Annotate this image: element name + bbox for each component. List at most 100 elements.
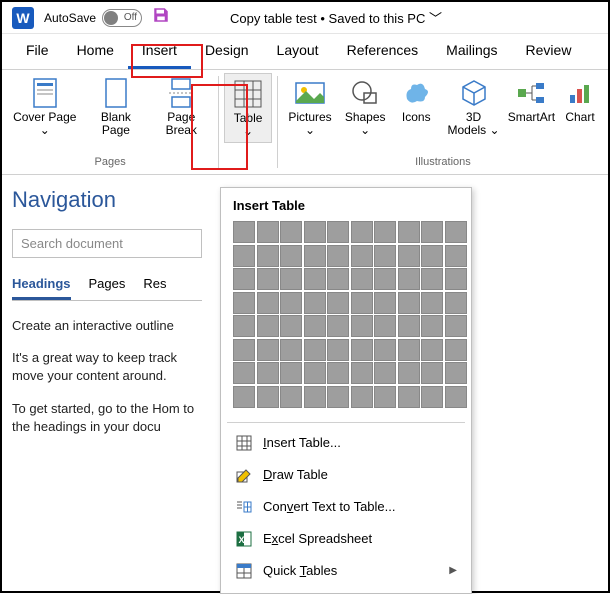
autosave-toggle[interactable]: AutoSave Off bbox=[44, 9, 142, 27]
grid-cell[interactable] bbox=[257, 221, 279, 243]
table-button[interactable]: Table ⌄ bbox=[224, 73, 272, 143]
grid-cell[interactable] bbox=[233, 268, 255, 290]
grid-cell[interactable] bbox=[374, 268, 396, 290]
grid-cell[interactable] bbox=[421, 268, 443, 290]
grid-cell[interactable] bbox=[327, 386, 349, 408]
grid-cell[interactable] bbox=[257, 245, 279, 267]
grid-cell[interactable] bbox=[421, 292, 443, 314]
nav-tab-results[interactable]: Res bbox=[143, 276, 166, 300]
insert-table-item[interactable]: Insert Table... bbox=[227, 427, 465, 459]
grid-cell[interactable] bbox=[445, 245, 467, 267]
quick-tables-item[interactable]: Quick Tables ▶ bbox=[227, 555, 465, 587]
grid-cell[interactable] bbox=[280, 221, 302, 243]
grid-cell[interactable] bbox=[445, 362, 467, 384]
3d-models-button[interactable]: 3D Models ⌄ bbox=[441, 73, 506, 141]
grid-cell[interactable] bbox=[374, 315, 396, 337]
tab-references[interactable]: References bbox=[333, 34, 433, 69]
excel-spreadsheet-item[interactable]: X Excel Spreadsheet bbox=[227, 523, 465, 555]
grid-cell[interactable] bbox=[233, 292, 255, 314]
grid-cell[interactable] bbox=[327, 339, 349, 361]
grid-cell[interactable] bbox=[445, 292, 467, 314]
grid-cell[interactable] bbox=[257, 362, 279, 384]
icons-button[interactable]: Icons bbox=[393, 73, 439, 141]
grid-cell[interactable] bbox=[304, 315, 326, 337]
shapes-button[interactable]: Shapes ⌄ bbox=[339, 73, 391, 141]
grid-cell[interactable] bbox=[304, 245, 326, 267]
pictures-button[interactable]: Pictures ⌄ bbox=[283, 73, 337, 141]
grid-cell[interactable] bbox=[374, 221, 396, 243]
tab-review[interactable]: Review bbox=[512, 34, 586, 69]
grid-cell[interactable] bbox=[257, 315, 279, 337]
grid-cell[interactable] bbox=[327, 292, 349, 314]
grid-cell[interactable] bbox=[445, 221, 467, 243]
grid-cell[interactable] bbox=[445, 315, 467, 337]
grid-cell[interactable] bbox=[351, 245, 373, 267]
tab-home[interactable]: Home bbox=[63, 34, 128, 69]
grid-cell[interactable] bbox=[280, 245, 302, 267]
grid-cell[interactable] bbox=[233, 386, 255, 408]
tab-mailings[interactable]: Mailings bbox=[432, 34, 511, 69]
grid-cell[interactable] bbox=[257, 268, 279, 290]
grid-cell[interactable] bbox=[280, 315, 302, 337]
grid-cell[interactable] bbox=[327, 315, 349, 337]
page-break-button[interactable]: Page Break bbox=[149, 73, 213, 141]
grid-cell[interactable] bbox=[233, 245, 255, 267]
grid-cell[interactable] bbox=[351, 221, 373, 243]
grid-cell[interactable] bbox=[398, 315, 420, 337]
grid-cell[interactable] bbox=[398, 292, 420, 314]
table-grid-picker[interactable] bbox=[227, 217, 465, 418]
draw-table-item[interactable]: Draw Table bbox=[227, 459, 465, 491]
grid-cell[interactable] bbox=[421, 245, 443, 267]
grid-cell[interactable] bbox=[257, 292, 279, 314]
tab-file[interactable]: File bbox=[12, 34, 63, 69]
grid-cell[interactable] bbox=[257, 339, 279, 361]
grid-cell[interactable] bbox=[233, 221, 255, 243]
grid-cell[interactable] bbox=[280, 268, 302, 290]
grid-cell[interactable] bbox=[280, 339, 302, 361]
grid-cell[interactable] bbox=[304, 386, 326, 408]
grid-cell[interactable] bbox=[304, 339, 326, 361]
grid-cell[interactable] bbox=[257, 386, 279, 408]
grid-cell[interactable] bbox=[374, 292, 396, 314]
grid-cell[interactable] bbox=[280, 292, 302, 314]
grid-cell[interactable] bbox=[327, 362, 349, 384]
grid-cell[interactable] bbox=[304, 221, 326, 243]
grid-cell[interactable] bbox=[304, 268, 326, 290]
grid-cell[interactable] bbox=[327, 245, 349, 267]
nav-tab-headings[interactable]: Headings bbox=[12, 276, 71, 300]
grid-cell[interactable] bbox=[304, 362, 326, 384]
grid-cell[interactable] bbox=[421, 221, 443, 243]
tab-design[interactable]: Design bbox=[191, 34, 263, 69]
grid-cell[interactable] bbox=[445, 386, 467, 408]
grid-cell[interactable] bbox=[421, 339, 443, 361]
chart-button[interactable]: Chart bbox=[557, 73, 603, 141]
grid-cell[interactable] bbox=[398, 386, 420, 408]
grid-cell[interactable] bbox=[351, 339, 373, 361]
grid-cell[interactable] bbox=[280, 362, 302, 384]
grid-cell[interactable] bbox=[374, 339, 396, 361]
cover-page-button[interactable]: Cover Page ⌄ bbox=[7, 73, 83, 141]
grid-cell[interactable] bbox=[421, 362, 443, 384]
grid-cell[interactable] bbox=[280, 386, 302, 408]
grid-cell[interactable] bbox=[398, 245, 420, 267]
grid-cell[interactable] bbox=[374, 245, 396, 267]
grid-cell[interactable] bbox=[398, 362, 420, 384]
grid-cell[interactable] bbox=[351, 268, 373, 290]
grid-cell[interactable] bbox=[398, 268, 420, 290]
grid-cell[interactable] bbox=[421, 315, 443, 337]
grid-cell[interactable] bbox=[398, 339, 420, 361]
convert-text-to-table-item[interactable]: Convert Text to Table... bbox=[227, 491, 465, 523]
grid-cell[interactable] bbox=[304, 292, 326, 314]
tab-insert[interactable]: Insert bbox=[128, 34, 191, 69]
blank-page-button[interactable]: Blank Page bbox=[85, 73, 148, 141]
grid-cell[interactable] bbox=[445, 268, 467, 290]
grid-cell[interactable] bbox=[351, 386, 373, 408]
smartart-button[interactable]: SmartArt bbox=[508, 73, 555, 141]
grid-cell[interactable] bbox=[351, 315, 373, 337]
search-input[interactable]: Search document bbox=[12, 229, 202, 258]
grid-cell[interactable] bbox=[421, 386, 443, 408]
grid-cell[interactable] bbox=[233, 315, 255, 337]
grid-cell[interactable] bbox=[327, 268, 349, 290]
tab-layout[interactable]: Layout bbox=[263, 34, 333, 69]
grid-cell[interactable] bbox=[233, 339, 255, 361]
